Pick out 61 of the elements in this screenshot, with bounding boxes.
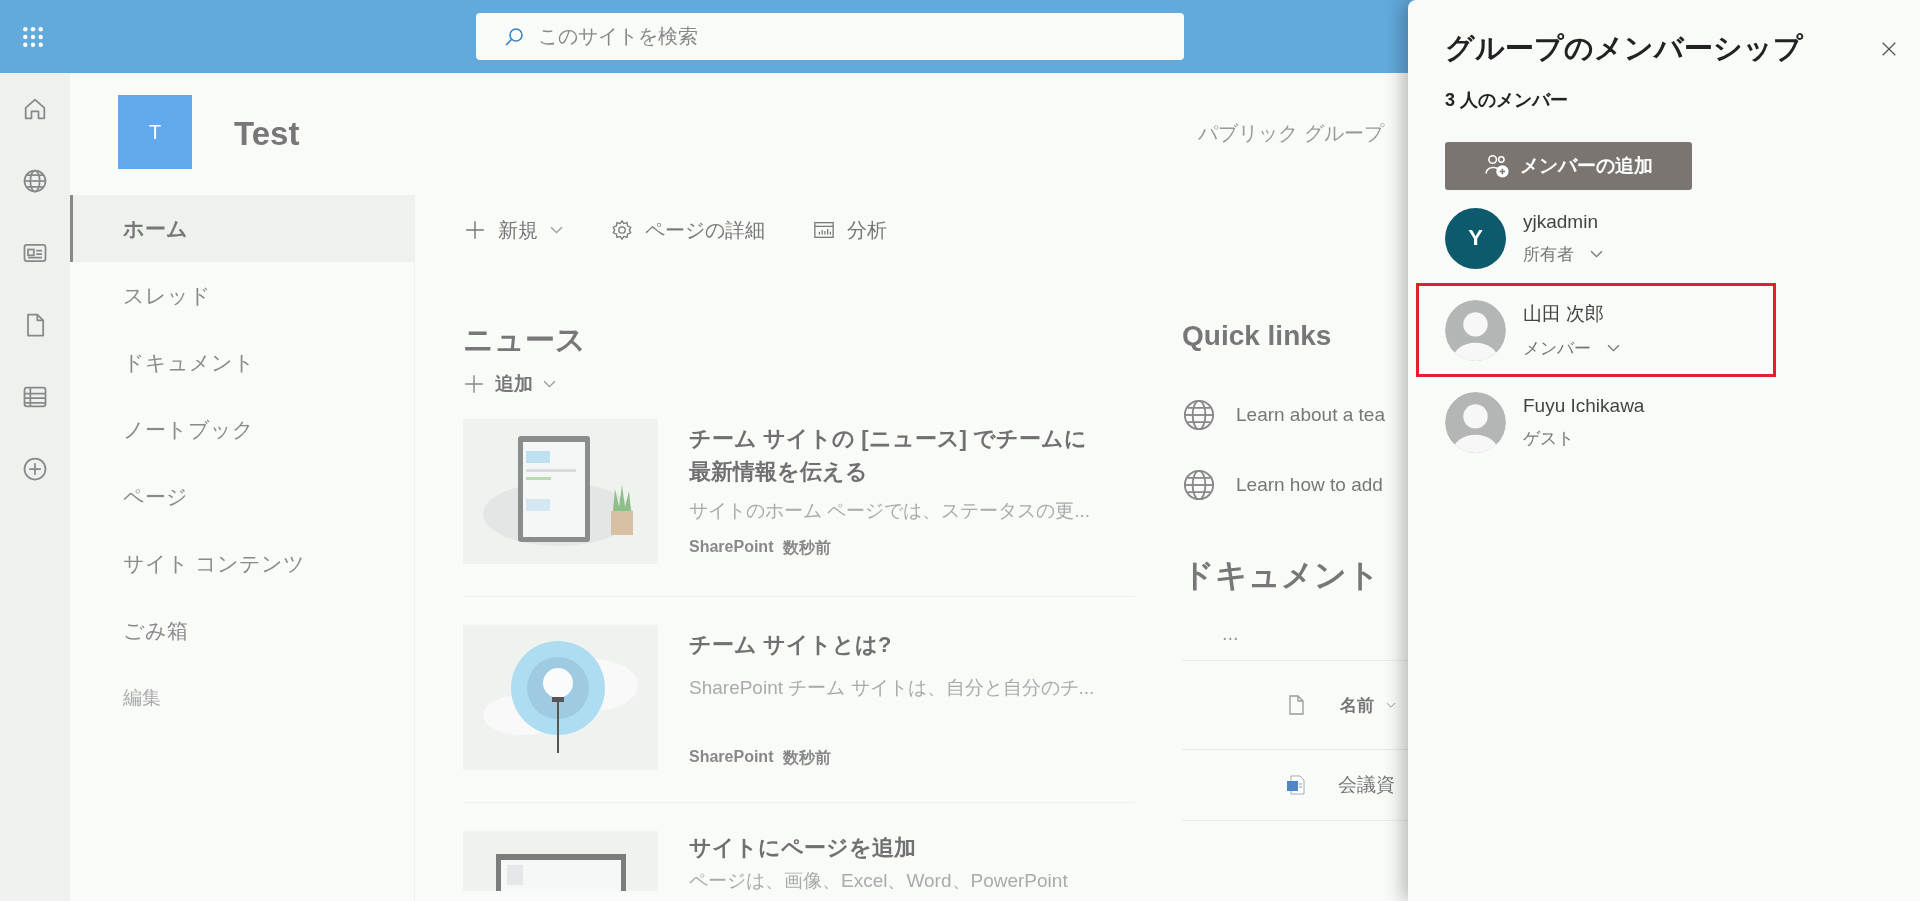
close-icon[interactable] [1880,40,1898,58]
member-role: ゲスト [1523,427,1574,450]
news-source: SharePoint [689,538,774,557]
chart-icon [813,219,835,241]
more-button[interactable]: ... [1222,622,1408,660]
column-header[interactable]: 名前 [1340,693,1374,717]
command-button[interactable]: ページの詳細 [645,216,765,244]
gear-icon [611,219,633,241]
word-file-icon [1284,772,1308,798]
plus-icon [463,373,485,395]
group-privacy-label: パブリック グループ [1198,120,1384,146]
globe-icon [1182,398,1216,432]
news-heading: ニュース [463,322,587,358]
add-circle-icon[interactable] [21,455,49,483]
globe-icon [1182,468,1216,502]
nav-item[interactable]: ドキュメント [70,329,414,396]
globe-icon[interactable] [21,167,49,195]
nav-item[interactable]: 編集 [70,664,414,731]
member-name: Fuyu Ichikawa [1523,394,1645,417]
nav-item[interactable]: スレッド [70,262,414,329]
role-dropdown[interactable]: メンバー [1523,336,1591,360]
quick-links-heading: Quick links [1182,320,1333,352]
nav-item[interactable]: ごみ箱 [70,597,414,664]
chevron-down-icon[interactable] [543,379,556,389]
role-dropdown[interactable]: 所有者 [1523,242,1574,266]
site-title: Test [234,115,300,153]
command-button[interactable]: 新規 [498,216,538,244]
app-launcher-icon[interactable] [22,25,44,48]
search-field[interactable]: このサイトを検索 [476,13,1184,60]
add-members-button[interactable]: メンバーの追加 [1445,142,1692,190]
documents-heading: ドキュメント [1182,556,1381,595]
news-title[interactable]: チーム サイトとは? [689,628,1101,661]
site-logo: T [118,95,192,169]
news-description: ページは、画像、Excel、Word、PowerPoint [689,869,1069,893]
panel-title: グループのメンバーシップ [1445,31,1803,66]
news-title[interactable]: チーム サイトの [ニュース] でチームに最新情報を伝える [689,422,1101,488]
add-news-button[interactable]: 追加 [495,371,533,397]
member-name: 山田 次郎 [1523,301,1606,326]
document-name[interactable]: 会議資 [1338,772,1395,798]
chevron-down-icon[interactable] [550,225,563,235]
quick-link[interactable]: Learn about a tea [1236,404,1385,426]
news-description: サイトのホーム ページでは、ステータスの更... [689,499,1092,523]
nav-item[interactable]: サイト コンテンツ [70,530,414,597]
plus-icon [464,219,486,241]
news-time: 数秒前 [783,748,832,768]
quick-link[interactable]: Learn how to add [1236,474,1383,496]
chevron-down-icon[interactable] [1590,249,1603,259]
news-time: 数秒前 [783,538,832,558]
command-button[interactable]: 分析 [847,216,887,244]
add-person-icon [1484,153,1510,179]
chevron-down-icon[interactable] [1607,343,1620,353]
nav-item[interactable]: ページ [70,463,414,530]
nav-item[interactable]: ノートブック [70,396,414,463]
member-count: 3 人のメンバー [1445,89,1569,112]
nav-item[interactable]: ホーム [70,195,414,262]
avatar: Y [1445,207,1506,269]
chevron-down-icon[interactable] [1386,701,1396,709]
news-source: SharePoint [689,748,774,767]
member-name: yjkadmin [1523,210,1599,233]
news-title[interactable]: サイトにページを追加 [689,831,1101,864]
news-description: SharePoint チーム サイトは、自分と自分のチ... [689,676,1096,700]
